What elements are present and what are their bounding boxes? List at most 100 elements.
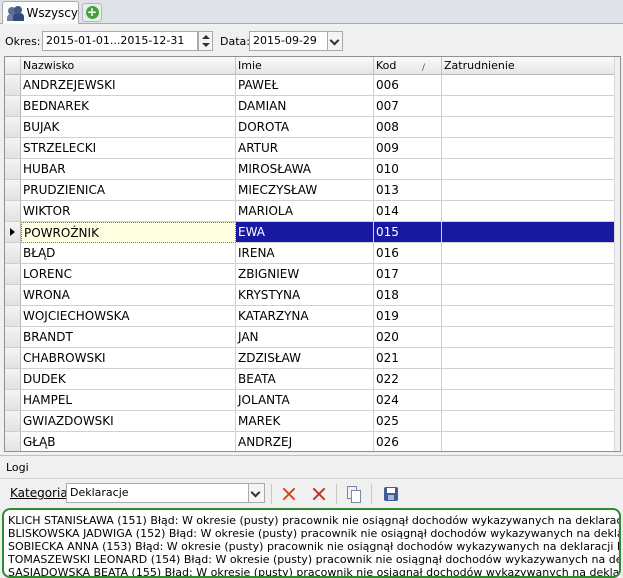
cell-kod[interactable]: 018 (374, 285, 442, 306)
cell-nazwisko[interactable]: BEDNAREK (21, 96, 236, 117)
cell-zatrudnienie[interactable] (442, 138, 620, 159)
delete-all-logs-button[interactable] (308, 483, 330, 505)
tab-wszyscy[interactable]: Wszyscy (2, 1, 79, 24)
cell-kod[interactable]: 010 (374, 159, 442, 180)
table-row[interactable]: ANDRZEJEWSKI PAWEŁ 006 (5, 75, 620, 96)
table-row[interactable]: LORENC ZBIGNIEW 017 (5, 264, 620, 285)
cell-nazwisko[interactable]: POWROŹNIK (21, 222, 236, 243)
cell-zatrudnienie[interactable] (442, 75, 620, 96)
log-output[interactable]: KLICH STANISŁAWA (151) Błąd: W okresie (… (2, 508, 621, 578)
table-row[interactable]: POWROŹNIK EWA 015 (5, 222, 620, 243)
table-row[interactable]: BRANDT JAN 020 (5, 327, 620, 348)
data-input[interactable]: 2015-09-29 (249, 31, 328, 51)
header-nazwisko[interactable]: Nazwisko (21, 57, 236, 75)
table-row[interactable]: GWIAZDOWSKI MAREK 025 (5, 411, 620, 432)
cell-nazwisko[interactable]: WOJCIECHOWSKA (21, 306, 236, 327)
cell-imie[interactable]: PAWEŁ (236, 75, 374, 96)
cell-nazwisko[interactable]: LORENC (21, 264, 236, 285)
cell-zatrudnienie[interactable] (442, 243, 620, 264)
vertical-scrollbar[interactable] (614, 57, 620, 451)
table-row[interactable]: HAMPEL JOLANTA 024 (5, 390, 620, 411)
row-selector[interactable] (5, 96, 21, 117)
cell-zatrudnienie[interactable] (442, 285, 620, 306)
okres-spinner[interactable] (198, 31, 213, 51)
cell-nazwisko[interactable]: DUDEK (21, 369, 236, 390)
cell-zatrudnienie[interactable] (442, 390, 620, 411)
row-selector[interactable] (5, 159, 21, 180)
row-selector[interactable] (5, 201, 21, 222)
row-selector[interactable] (5, 138, 21, 159)
cell-kod[interactable]: 007 (374, 96, 442, 117)
cell-kod[interactable]: 008 (374, 117, 442, 138)
cell-nazwisko[interactable]: HAMPEL (21, 390, 236, 411)
cell-zatrudnienie[interactable] (442, 432, 620, 451)
table-row[interactable]: CHABROWSKI ZDZISŁAW 021 (5, 348, 620, 369)
kategoria-select[interactable]: Deklaracje (66, 483, 265, 503)
table-row[interactable]: STRZELECKI ARTUR 009 (5, 138, 620, 159)
row-selector[interactable] (5, 222, 21, 243)
table-row[interactable]: BEDNAREK DAMIAN 007 (5, 96, 620, 117)
cell-kod[interactable]: 013 (374, 180, 442, 201)
cell-imie[interactable]: DOROTA (236, 117, 374, 138)
cell-nazwisko[interactable]: WIKTOR (21, 201, 236, 222)
cell-kod[interactable]: 006 (374, 75, 442, 96)
row-selector[interactable] (5, 348, 21, 369)
copy-button[interactable] (343, 483, 365, 505)
table-row[interactable]: HUBAR MIROSŁAWA 010 (5, 159, 620, 180)
cell-zatrudnienie[interactable] (442, 348, 620, 369)
cell-kod[interactable]: 016 (374, 243, 442, 264)
table-row[interactable]: WOJCIECHOWSKA KATARZYNA 019 (5, 306, 620, 327)
spin-down-icon[interactable] (202, 43, 210, 47)
add-tab-button[interactable]: + (82, 3, 102, 22)
cell-kod[interactable]: 015 (374, 222, 442, 243)
cell-zatrudnienie[interactable] (442, 306, 620, 327)
employees-grid[interactable]: Nazwisko Imie Kod / Zatrudnienie ANDRZEJ… (4, 56, 621, 452)
cell-nazwisko[interactable]: GWIAZDOWSKI (21, 411, 236, 432)
cell-imie[interactable]: ARTUR (236, 138, 374, 159)
cell-zatrudnienie[interactable] (442, 96, 620, 117)
row-selector[interactable] (5, 306, 21, 327)
cell-imie[interactable]: MIROSŁAWA (236, 159, 374, 180)
cell-imie[interactable]: EWA (236, 222, 374, 243)
cell-kod[interactable]: 017 (374, 264, 442, 285)
cell-nazwisko[interactable]: HUBAR (21, 159, 236, 180)
cell-kod[interactable]: 021 (374, 348, 442, 369)
cell-imie[interactable]: BEATA (236, 369, 374, 390)
cell-kod[interactable]: 025 (374, 411, 442, 432)
header-imie[interactable]: Imie (236, 57, 374, 75)
cell-nazwisko[interactable]: BUJAK (21, 117, 236, 138)
cell-nazwisko[interactable]: BRANDT (21, 327, 236, 348)
row-selector[interactable] (5, 369, 21, 390)
cell-nazwisko[interactable]: BŁĄD (21, 243, 236, 264)
row-selector[interactable] (5, 411, 21, 432)
header-kod[interactable]: Kod / (374, 57, 442, 75)
table-row[interactable]: BUJAK DOROTA 008 (5, 117, 620, 138)
kategoria-dropdown-button[interactable] (248, 484, 264, 502)
cell-nazwisko[interactable]: ANDRZEJEWSKI (21, 75, 236, 96)
cell-zatrudnienie[interactable] (442, 222, 620, 243)
cell-imie[interactable]: ANDRZEJ (236, 432, 374, 451)
row-selector[interactable] (5, 432, 21, 451)
row-selector[interactable] (5, 264, 21, 285)
cell-zatrudnienie[interactable] (442, 117, 620, 138)
save-button[interactable] (380, 483, 402, 505)
table-row[interactable]: WRONA KRYSTYNA 018 (5, 285, 620, 306)
cell-imie[interactable]: IRENA (236, 243, 374, 264)
delete-log-button[interactable] (278, 483, 300, 505)
cell-nazwisko[interactable]: WRONA (21, 285, 236, 306)
cell-kod[interactable]: 019 (374, 306, 442, 327)
table-row[interactable]: DUDEK BEATA 022 (5, 369, 620, 390)
cell-nazwisko[interactable]: CHABROWSKI (21, 348, 236, 369)
spin-up-icon[interactable] (202, 35, 210, 39)
cell-zatrudnienie[interactable] (442, 180, 620, 201)
row-selector[interactable] (5, 180, 21, 201)
cell-imie[interactable]: KRYSTYNA (236, 285, 374, 306)
cell-imie[interactable]: MAREK (236, 411, 374, 432)
cell-nazwisko[interactable]: PRUDZIENICA (21, 180, 236, 201)
cell-zatrudnienie[interactable] (442, 201, 620, 222)
row-selector[interactable] (5, 75, 21, 96)
cell-zatrudnienie[interactable] (442, 369, 620, 390)
cell-zatrudnienie[interactable] (442, 411, 620, 432)
cell-kod[interactable]: 026 (374, 432, 442, 451)
cell-imie[interactable]: DAMIAN (236, 96, 374, 117)
